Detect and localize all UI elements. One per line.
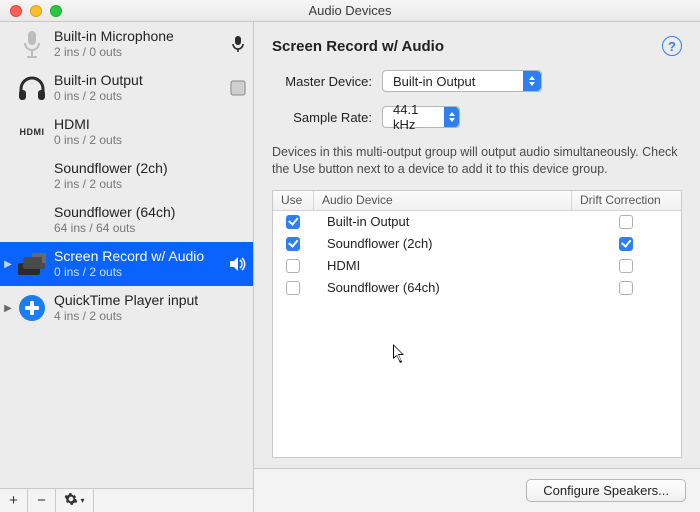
sidebar-footer: + − ▾ bbox=[0, 488, 253, 512]
subdevice-name: Soundflower (2ch) bbox=[313, 236, 571, 251]
master-device-select[interactable]: Built-in Output bbox=[382, 70, 542, 92]
device-row-hdmi[interactable]: HDMI HDMI 0 ins / 2 outs bbox=[0, 110, 253, 154]
window-controls bbox=[10, 5, 62, 17]
master-device-value: Built-in Output bbox=[383, 74, 485, 89]
device-name: Built-in Microphone bbox=[54, 28, 227, 46]
hint-text: Devices in this multi-output group will … bbox=[272, 144, 682, 178]
subdevice-table: Use Audio Device Drift Correction Built-… bbox=[272, 190, 682, 458]
detail-pane: Screen Record w/ Audio ? Master Device: … bbox=[254, 22, 700, 512]
detail-footer: Configure Speakers... bbox=[254, 468, 700, 512]
device-io: 64 ins / 64 outs bbox=[54, 221, 227, 236]
use-checkbox[interactable] bbox=[286, 237, 300, 251]
subdevice-name: HDMI bbox=[313, 258, 571, 273]
device-row-builtin-mic[interactable]: Built-in Microphone 2 ins / 0 outs bbox=[0, 22, 253, 66]
help-button[interactable]: ? bbox=[662, 36, 682, 56]
thru-glyph bbox=[227, 80, 249, 96]
device-name: HDMI bbox=[54, 116, 227, 134]
add-device-button[interactable]: + bbox=[0, 489, 28, 512]
chevron-down-icon: ▾ bbox=[80, 496, 84, 505]
device-io: 2 ins / 2 outs bbox=[54, 177, 227, 192]
stepper-arrows-icon bbox=[523, 71, 541, 91]
device-name: Screen Record w/ Audio bbox=[54, 248, 227, 266]
minimize-window[interactable] bbox=[30, 5, 42, 17]
device-name: Built-in Output bbox=[54, 72, 227, 90]
hdmi-icon: HDMI bbox=[14, 114, 50, 150]
sample-rate-value: 44.1 kHz bbox=[383, 102, 444, 132]
device-row-quicktime-input[interactable]: ▶ QuickTime Player input 4 ins / 2 outs bbox=[0, 286, 253, 330]
col-drift-correction[interactable]: Drift Correction bbox=[571, 191, 681, 210]
subdevice-name: Built-in Output bbox=[313, 214, 571, 229]
audio-midi-window: Audio Devices Built-in Microphone 2 ins … bbox=[0, 0, 700, 512]
table-row[interactable]: Soundflower (2ch) bbox=[273, 233, 681, 255]
sample-rate-label: Sample Rate: bbox=[272, 110, 382, 125]
blank-icon bbox=[14, 158, 50, 194]
device-io: 0 ins / 2 outs bbox=[54, 133, 227, 148]
use-checkbox[interactable] bbox=[286, 281, 300, 295]
mic-icon bbox=[14, 26, 50, 62]
multioutput-icon bbox=[14, 246, 50, 282]
gear-menu-button[interactable]: ▾ bbox=[56, 489, 94, 512]
device-row-builtin-output[interactable]: Built-in Output 0 ins / 2 outs bbox=[0, 66, 253, 110]
drift-checkbox[interactable] bbox=[619, 215, 633, 229]
device-name: Soundflower (64ch) bbox=[54, 204, 227, 222]
drift-checkbox[interactable] bbox=[619, 237, 633, 251]
device-io: 2 ins / 0 outs bbox=[54, 45, 227, 60]
device-name: QuickTime Player input bbox=[54, 292, 227, 310]
device-io: 0 ins / 2 outs bbox=[54, 265, 227, 280]
disclosure-triangle[interactable]: ▶ bbox=[2, 259, 14, 270]
col-use[interactable]: Use bbox=[273, 193, 313, 207]
aggregate-icon bbox=[14, 290, 50, 326]
headphones-icon bbox=[14, 70, 50, 106]
detail-heading: Screen Record w/ Audio bbox=[272, 38, 662, 55]
zoom-window[interactable] bbox=[50, 5, 62, 17]
device-name: Soundflower (2ch) bbox=[54, 160, 227, 178]
device-row-soundflower-64ch[interactable]: Soundflower (64ch) 64 ins / 64 outs bbox=[0, 198, 253, 242]
subdevice-name: Soundflower (64ch) bbox=[313, 280, 571, 295]
disclosure-triangle[interactable]: ▶ bbox=[2, 303, 14, 314]
drift-checkbox[interactable] bbox=[619, 259, 633, 273]
master-device-label: Master Device: bbox=[272, 74, 382, 89]
use-checkbox[interactable] bbox=[286, 259, 300, 273]
device-sidebar: Built-in Microphone 2 ins / 0 outs Built… bbox=[0, 22, 254, 512]
window-title: Audio Devices bbox=[0, 3, 700, 18]
gear-icon bbox=[64, 492, 78, 510]
stepper-arrows-icon bbox=[444, 107, 459, 127]
speaker-glyph bbox=[227, 257, 249, 271]
drift-checkbox[interactable] bbox=[619, 281, 633, 295]
device-row-screen-record[interactable]: ▶ Screen Record w/ Audio 0 ins / 2 outs bbox=[0, 242, 253, 286]
titlebar: Audio Devices bbox=[0, 0, 700, 22]
close-window[interactable] bbox=[10, 5, 22, 17]
device-list: Built-in Microphone 2 ins / 0 outs Built… bbox=[0, 22, 253, 488]
blank-icon bbox=[14, 202, 50, 238]
device-row-soundflower-2ch[interactable]: Soundflower (2ch) 2 ins / 2 outs bbox=[0, 154, 253, 198]
device-io: 4 ins / 2 outs bbox=[54, 309, 227, 324]
use-checkbox[interactable] bbox=[286, 215, 300, 229]
remove-device-button[interactable]: − bbox=[28, 489, 56, 512]
device-io: 0 ins / 2 outs bbox=[54, 89, 227, 104]
input-glyph bbox=[227, 35, 249, 53]
col-audio-device[interactable]: Audio Device bbox=[313, 191, 571, 210]
sample-rate-select[interactable]: 44.1 kHz bbox=[382, 106, 460, 128]
table-row[interactable]: Soundflower (64ch) bbox=[273, 277, 681, 299]
configure-speakers-button[interactable]: Configure Speakers... bbox=[526, 479, 686, 502]
table-row[interactable]: Built-in Output bbox=[273, 211, 681, 233]
table-row[interactable]: HDMI bbox=[273, 255, 681, 277]
